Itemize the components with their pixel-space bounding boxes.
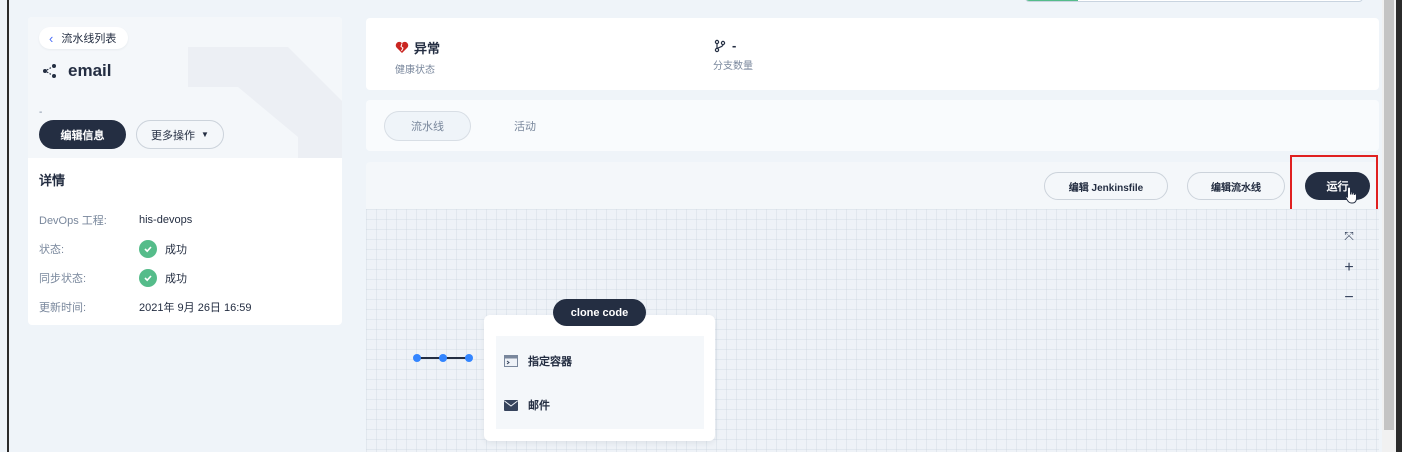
tabs-bar: 流水线 活动 bbox=[366, 100, 1379, 151]
success-check-icon bbox=[139, 268, 157, 287]
detail-value: 成功 bbox=[165, 272, 187, 285]
branch-icon bbox=[714, 39, 726, 52]
broken-heart-icon bbox=[395, 41, 409, 53]
details-section: 详情 DevOps 工程: his-devops 状态: 成功 同步状态: 成功 bbox=[28, 158, 342, 325]
detail-value: 成功 bbox=[165, 243, 187, 256]
detail-row-sync-status: 同步状态: 成功 bbox=[39, 263, 331, 292]
success-check-icon bbox=[139, 239, 157, 258]
zoom-out-icon[interactable]: − bbox=[1340, 289, 1358, 307]
pipeline-node-dot bbox=[439, 354, 447, 362]
mail-icon bbox=[504, 399, 518, 411]
health-status-value: 异常 bbox=[414, 41, 441, 56]
scrollbar-thumb[interactable] bbox=[1384, 0, 1394, 430]
zoom-in-icon[interactable]: + bbox=[1340, 259, 1358, 277]
detail-value: 2021年 9月 26日 16:59 bbox=[139, 301, 252, 314]
edit-pipeline-button[interactable]: 编辑流水线 bbox=[1187, 172, 1285, 200]
stage-steps-container bbox=[496, 336, 704, 429]
step-mail[interactable]: 邮件 bbox=[504, 397, 550, 413]
branch-count-label: 分支数量 bbox=[713, 61, 753, 72]
chevron-left-icon: ‹ bbox=[49, 30, 54, 46]
detail-key: 更新时间: bbox=[39, 301, 87, 314]
pipeline-toolbar: 编辑 Jenkinsfile 编辑流水线 运行 bbox=[366, 162, 1379, 209]
pipeline-header: ‹ 流水线列表 email - 编辑信息 更多操作 ▼ bbox=[28, 17, 342, 158]
detail-row-updated-time: 更新时间: 2021年 9月 26日 16:59 bbox=[39, 292, 331, 321]
health-status-label: 健康状态 bbox=[395, 65, 435, 76]
pipeline-description: - bbox=[39, 107, 43, 118]
container-icon bbox=[504, 355, 518, 367]
pipeline-info-card: ‹ 流水线列表 email - 编辑信息 更多操作 ▼ 详情 DevOps 工程… bbox=[28, 17, 342, 325]
highlight-box bbox=[1290, 155, 1378, 211]
edit-jenkinsfile-button[interactable]: 编辑 Jenkinsfile bbox=[1044, 172, 1168, 200]
edit-info-button[interactable]: 编辑信息 bbox=[39, 120, 126, 149]
branch-count-value: - bbox=[732, 38, 737, 53]
detail-row-status: 状态: 成功 bbox=[39, 234, 331, 263]
detail-key: 同步状态: bbox=[39, 272, 87, 285]
notification-toast bbox=[1025, 0, 1363, 2]
pipeline-icon bbox=[43, 64, 56, 78]
step-label: 指定容器 bbox=[528, 356, 572, 368]
detail-key: DevOps 工程: bbox=[39, 214, 107, 227]
more-actions-button[interactable]: 更多操作 ▼ bbox=[136, 120, 224, 149]
tab-pipeline[interactable]: 流水线 bbox=[384, 111, 471, 141]
page-title-row: email bbox=[42, 61, 111, 81]
details-title: 详情 bbox=[39, 173, 66, 188]
more-actions-label: 更多操作 bbox=[151, 129, 196, 142]
detail-key: 状态: bbox=[39, 243, 65, 256]
detail-value: his-devops bbox=[139, 213, 193, 226]
pipeline-node-dot bbox=[413, 354, 421, 362]
hand-cursor-icon bbox=[1345, 186, 1357, 204]
detail-row-devops: DevOps 工程: his-devops bbox=[39, 205, 331, 234]
stage-name[interactable]: clone code bbox=[553, 299, 646, 326]
pipeline-stats-card: 异常 健康状态 - 分支数量 bbox=[366, 18, 1379, 90]
pipeline-node-dot bbox=[465, 354, 473, 362]
back-to-pipeline-list-button[interactable]: ‹ 流水线列表 bbox=[39, 27, 129, 49]
step-label: 邮件 bbox=[528, 400, 550, 412]
window-frame-right bbox=[1396, 0, 1402, 452]
page-title: email bbox=[68, 61, 112, 80]
health-status-stat: 异常 健康状态 bbox=[395, 38, 440, 76]
tab-activity[interactable]: 活动 bbox=[484, 111, 566, 141]
back-label: 流水线列表 bbox=[61, 33, 117, 45]
caret-down-icon: ▼ bbox=[201, 130, 209, 139]
fit-screen-icon[interactable]: ⤧ bbox=[1340, 229, 1358, 244]
branch-count-stat: - 分支数量 bbox=[713, 38, 753, 72]
step-container[interactable]: 指定容器 bbox=[504, 353, 572, 369]
window-frame-left bbox=[7, 0, 9, 452]
